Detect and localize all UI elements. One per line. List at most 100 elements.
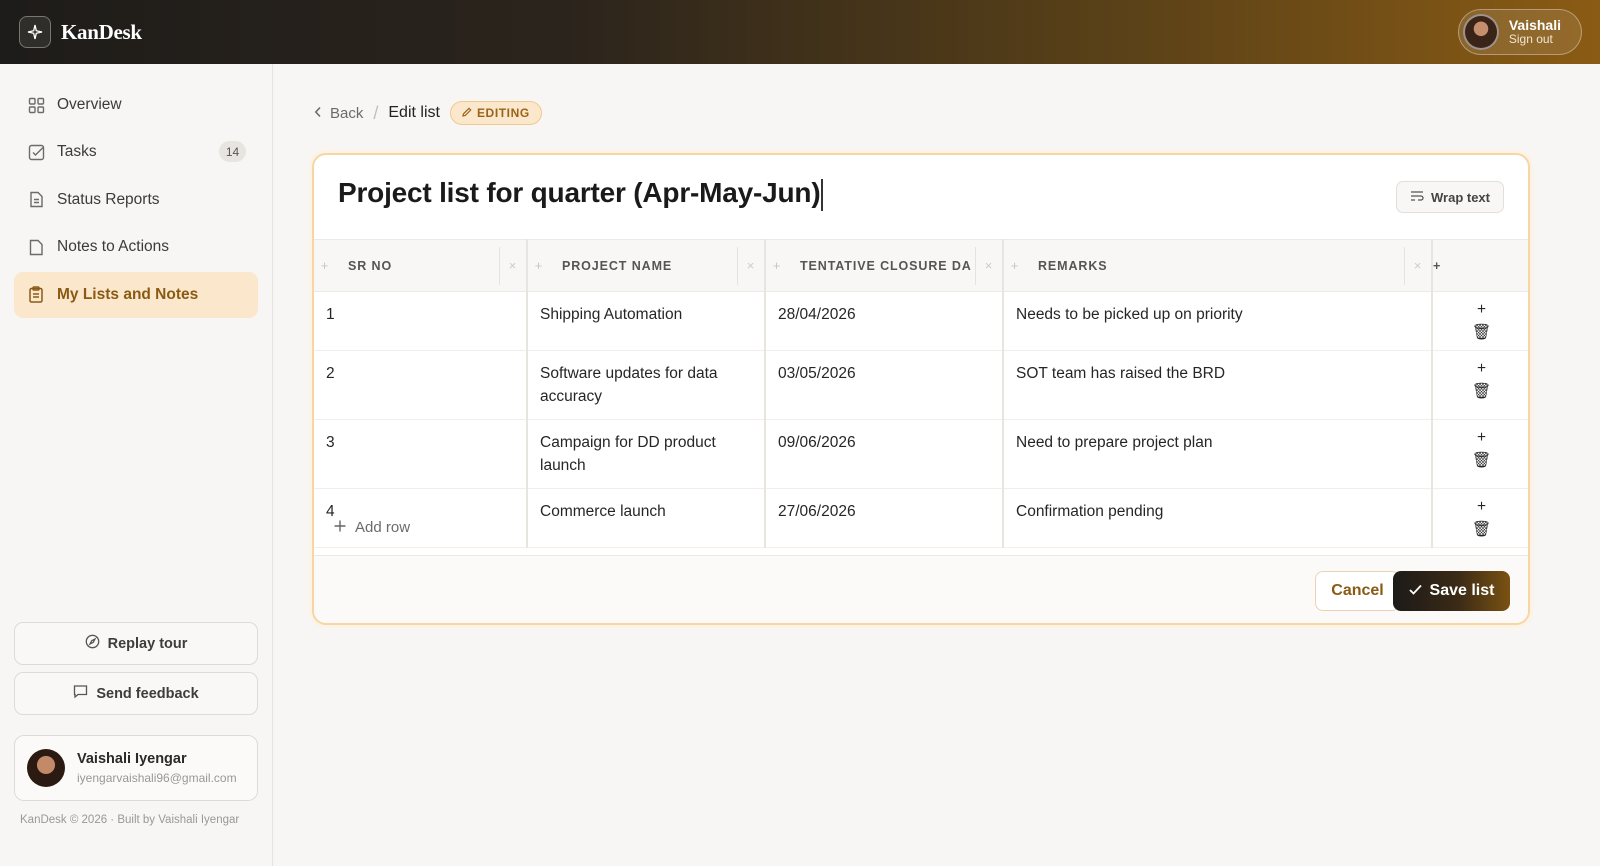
sidebar-item-label: My Lists and Notes xyxy=(57,285,199,303)
list-title-text: Project list for quarter (Apr-May-Jun) xyxy=(338,177,821,208)
sidebar-item-overview[interactable]: Overview xyxy=(14,82,258,128)
column-title[interactable]: TENTATIVE CLOSURE DA xyxy=(788,259,975,273)
table-cell[interactable]: 2 xyxy=(314,350,527,420)
column-title[interactable]: REMARKS xyxy=(1026,259,1404,273)
top-bar: KanDesk Vaishali Sign out xyxy=(0,0,1600,64)
delete-column-icon[interactable]: × xyxy=(738,258,764,273)
row-actions: + 🗑 xyxy=(1431,419,1528,489)
note-icon xyxy=(27,238,45,256)
replay-tour-label: Replay tour xyxy=(107,635,188,652)
table-cell[interactable]: Confirmation pending xyxy=(1002,488,1432,548)
table-cell[interactable]: SOT team has raised the BRD xyxy=(1002,350,1432,420)
delete-column-icon[interactable]: × xyxy=(976,258,1002,273)
column-header[interactable]: + SR NO × xyxy=(314,239,527,292)
card-footer: Cancel Save list xyxy=(314,555,1528,623)
table-row: 3 Campaign for DD product launch 09/06/2… xyxy=(314,419,1528,489)
sidebar-item-label: Notes to Actions xyxy=(57,238,170,256)
document-icon xyxy=(27,191,45,209)
sidebar-item-status-reports[interactable]: Status Reports xyxy=(14,177,258,223)
chevron-left-icon xyxy=(314,105,322,122)
table-cell[interactable]: 09/06/2026 xyxy=(764,419,1003,489)
breadcrumb-current: Edit list xyxy=(388,104,440,121)
checkbox-icon xyxy=(27,143,45,161)
row-actions: + 🗑 xyxy=(1431,488,1528,548)
add-row-button[interactable]: Add row xyxy=(334,519,410,536)
table-cell[interactable]: Campaign for DD product launch xyxy=(526,419,765,489)
sidebar-nav: Overview Tasks 14 Status Reports Notes t… xyxy=(14,82,258,319)
delete-column-icon[interactable]: × xyxy=(1405,258,1431,273)
brand[interactable]: KanDesk xyxy=(19,16,142,48)
table-cell[interactable]: 27/06/2026 xyxy=(764,488,1003,548)
sidebar-item-label: Overview xyxy=(57,96,122,113)
sidebar-item-label: Tasks xyxy=(57,143,97,161)
insert-row-icon[interactable]: + xyxy=(1433,357,1528,380)
add-column-left-icon[interactable]: + xyxy=(314,258,336,273)
save-list-label: Save list xyxy=(1429,582,1495,599)
add-column-button[interactable]: + xyxy=(1431,239,1528,292)
column-title[interactable]: PROJECT NAME xyxy=(550,259,737,273)
column-header[interactable]: + REMARKS × xyxy=(1002,239,1432,292)
add-row-label: Add row xyxy=(355,519,411,536)
sidebar-item-my-lists-and-notes[interactable]: My Lists and Notes xyxy=(14,271,258,318)
trash-icon[interactable]: 🗑 xyxy=(1433,380,1528,403)
breadcrumb: Back / Edit list EDITING xyxy=(314,100,542,126)
table-row: 4 Commerce launch 27/06/2026 Confirmatio… xyxy=(314,488,1528,548)
profile-email: iyengarvaishali96@gmail.com xyxy=(77,771,237,785)
trash-icon[interactable]: 🗑 xyxy=(1433,321,1528,344)
plus-icon xyxy=(334,519,346,536)
profile-card[interactable]: Vaishali Iyengar iyengarvaishali96@gmail… xyxy=(14,735,258,801)
column-header[interactable]: + PROJECT NAME × xyxy=(526,239,765,292)
table-cell[interactable]: Shipping Automation xyxy=(526,291,765,351)
sidebar-item-notes-to-actions[interactable]: Notes to Actions xyxy=(14,224,258,270)
add-column-left-icon[interactable]: + xyxy=(766,258,788,273)
chat-bubble-icon xyxy=(73,684,88,703)
check-icon xyxy=(1408,582,1422,600)
table-cell[interactable]: Needs to be picked up on priority xyxy=(1002,291,1432,351)
list-editor-card: Project list for quarter (Apr-May-Jun) W… xyxy=(312,153,1530,625)
wrap-text-button[interactable]: Wrap text xyxy=(1396,181,1504,213)
count-badge: 14 xyxy=(219,141,246,163)
back-link[interactable]: Back xyxy=(314,105,363,122)
status-badge: EDITING xyxy=(449,101,542,125)
insert-row-icon[interactable]: + xyxy=(1433,298,1528,321)
pencil-icon xyxy=(462,106,472,120)
wrap-text-label: Wrap text xyxy=(1431,189,1490,205)
table-row: 2 Software updates for data accuracy 03/… xyxy=(314,350,1528,420)
list-table: + SR NO × + PROJECT NAME × + TENTATIVE C… xyxy=(314,239,1528,548)
row-actions: + 🗑 xyxy=(1431,350,1528,420)
table-cell[interactable]: Commerce launch xyxy=(526,488,765,548)
column-title[interactable]: SR NO xyxy=(336,259,499,273)
trash-icon[interactable]: 🗑 xyxy=(1433,449,1528,472)
delete-column-icon[interactable]: × xyxy=(500,258,526,273)
table-cell[interactable]: Need to prepare project plan xyxy=(1002,419,1432,489)
list-title-input[interactable]: Project list for quarter (Apr-May-Jun) xyxy=(338,177,823,211)
compass-icon xyxy=(85,634,100,653)
send-feedback-button[interactable]: Send feedback xyxy=(14,672,258,715)
insert-row-icon[interactable]: + xyxy=(1433,426,1528,449)
table-cell[interactable]: 28/04/2026 xyxy=(764,291,1003,351)
app-name: KanDesk xyxy=(61,19,142,44)
clipboard-icon xyxy=(27,286,45,304)
sign-out-link[interactable]: Sign out xyxy=(1509,32,1561,47)
send-feedback-label: Send feedback xyxy=(96,685,199,702)
user-name: Vaishali xyxy=(1508,17,1561,34)
table-cell[interactable]: 4 xyxy=(314,488,527,548)
trash-icon[interactable]: 🗑 xyxy=(1433,518,1528,541)
column-header[interactable]: + TENTATIVE CLOSURE DA × xyxy=(764,239,1003,292)
back-label: Back xyxy=(330,104,364,122)
header-row: + SR NO × + PROJECT NAME × + TENTATIVE C… xyxy=(314,239,1528,292)
add-column-left-icon[interactable]: + xyxy=(1004,258,1026,273)
user-menu[interactable]: Vaishali Sign out xyxy=(1457,9,1582,55)
insert-row-icon[interactable]: + xyxy=(1433,495,1528,518)
table-cell[interactable]: 1 xyxy=(314,291,527,351)
table-cell[interactable]: 3 xyxy=(314,419,527,489)
table-cell[interactable]: 03/05/2026 xyxy=(764,350,1003,420)
replay-tour-button[interactable]: Replay tour xyxy=(14,622,258,665)
add-column-left-icon[interactable]: + xyxy=(528,258,550,273)
save-list-button[interactable]: Save list xyxy=(1393,571,1510,611)
sidebar: Overview Tasks 14 Status Reports Notes t… xyxy=(0,64,273,866)
table-cell[interactable]: Software updates for data accuracy xyxy=(526,350,765,420)
sidebar-item-tasks[interactable]: Tasks 14 xyxy=(14,129,258,175)
cancel-button[interactable]: Cancel xyxy=(1315,571,1400,611)
avatar xyxy=(1462,14,1499,50)
